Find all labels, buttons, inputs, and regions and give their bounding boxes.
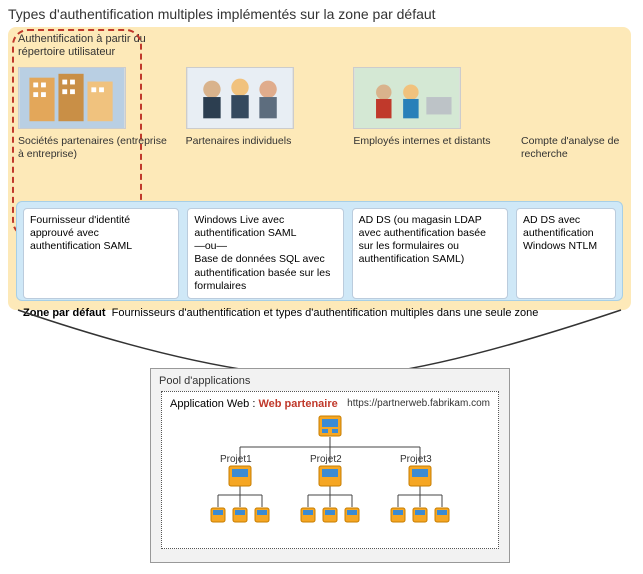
user-type-columns: Sociétés partenaires (entreprise à entre… xyxy=(18,67,621,163)
project1-label: Projet1 xyxy=(220,454,252,465)
site-root-icon xyxy=(318,415,342,437)
project2-label: Projet2 xyxy=(310,454,342,465)
auth-box-adds-ldap: AD DS (ou magasin LDAP avec authentifica… xyxy=(352,208,508,299)
project2-icon xyxy=(318,465,342,487)
app-label: Application Web : xyxy=(170,398,255,410)
web-application-box: Application Web : Web partenaire https:/… xyxy=(161,391,499,549)
project3-icon xyxy=(408,465,432,487)
default-zone-box: Fournisseur d'identité approuvé avec aut… xyxy=(16,201,623,301)
col-search-account: Compte d'analyse de recherche xyxy=(521,67,621,163)
col-label-individual-partners: Partenaires individuels xyxy=(186,135,338,163)
leaf-icon xyxy=(434,507,450,523)
col-label-partner-companies: Sociétés partenaires (entreprise à entre… xyxy=(18,135,170,163)
image-buildings xyxy=(18,67,126,129)
image-people-group xyxy=(186,67,294,129)
auth-box-saml-trusted: Fournisseur d'identité approuvé avec aut… xyxy=(23,208,179,299)
project1-icon xyxy=(228,465,252,487)
col-partner-companies: Sociétés partenaires (entreprise à entre… xyxy=(18,67,170,163)
leaf-icon xyxy=(210,507,226,523)
image-employees xyxy=(353,67,461,129)
leaf-icon xyxy=(254,507,270,523)
col-internal-employees: Employés internes et distants xyxy=(353,67,505,163)
leaf-icon xyxy=(412,507,428,523)
project3-label: Projet3 xyxy=(400,454,432,465)
application-pool-box: Pool d'applications Application Web : We… xyxy=(150,368,510,563)
pool-title: Pool d'applications xyxy=(151,369,509,389)
col-label-internal-employees: Employés internes et distants xyxy=(353,135,505,163)
leaf-icon xyxy=(344,507,360,523)
col-label-search-account: Compte d'analyse de recherche xyxy=(521,135,621,163)
site-tree: Projet1 Projet2 Projet3 xyxy=(180,415,480,540)
leaf-icon xyxy=(322,507,338,523)
auth-box-windows-live: Windows Live avec authentification SAML … xyxy=(187,208,343,299)
leaf-icon xyxy=(300,507,316,523)
leaf-icon xyxy=(232,507,248,523)
auth-box-adds-ntlm: AD DS avec authentification Windows NTLM xyxy=(516,208,616,299)
user-directory-label: Authentification à partir du répertoire … xyxy=(18,33,158,59)
app-name: Web partenaire xyxy=(258,398,337,410)
top-panel: Authentification à partir du répertoire … xyxy=(8,27,631,310)
diagram-title: Types d'authentification multiples implé… xyxy=(8,6,436,22)
leaf-icon xyxy=(390,507,406,523)
col-individual-partners: Partenaires individuels xyxy=(186,67,338,163)
